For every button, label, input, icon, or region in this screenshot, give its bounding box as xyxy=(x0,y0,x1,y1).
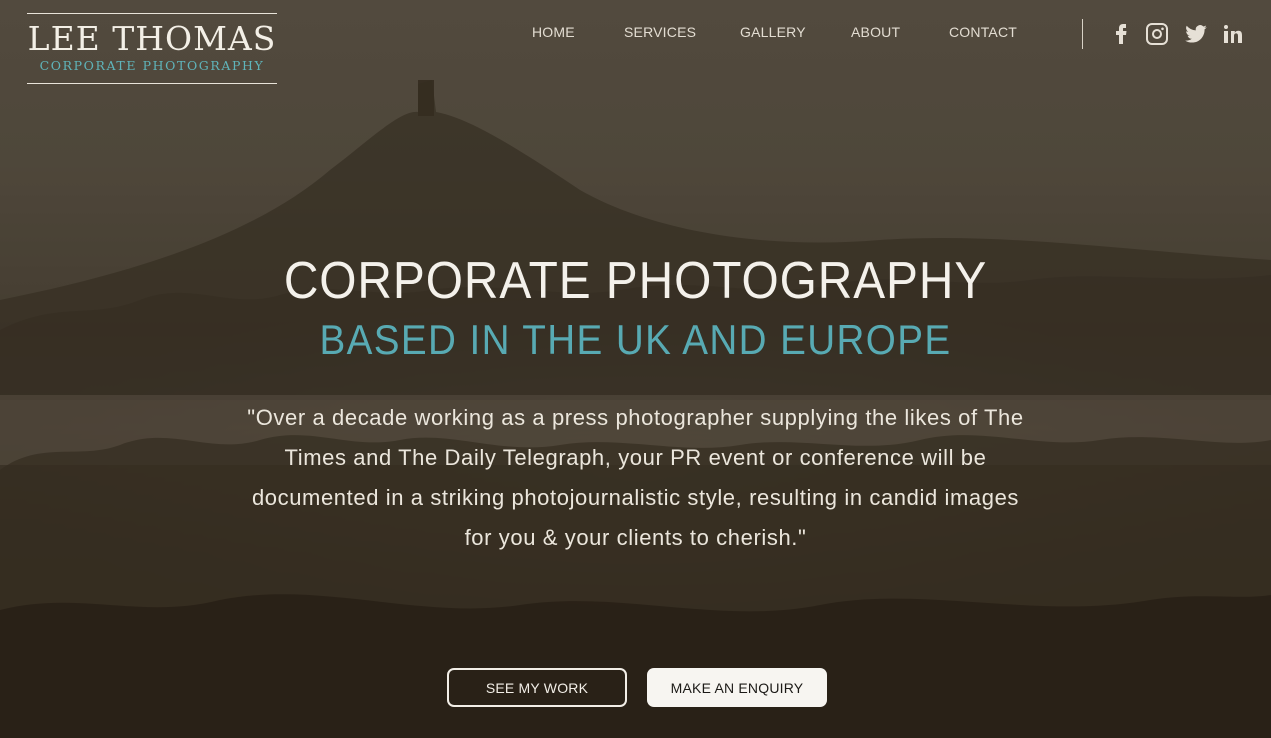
hero-quote: "Over a decade working as a press photog… xyxy=(247,405,1024,550)
instagram-icon[interactable] xyxy=(1145,22,1169,46)
linkedin-icon[interactable] xyxy=(1221,22,1245,46)
logo-name: LEE THOMAS xyxy=(27,19,277,58)
nav-item-contact[interactable]: CONTACT xyxy=(949,24,1017,40)
hero-title: CORPORATE PHOTOGRAPHY xyxy=(283,252,988,310)
nav-item-services[interactable]: SERVICES xyxy=(624,24,696,40)
nav-item-gallery[interactable]: GALLERY xyxy=(740,24,806,40)
twitter-icon[interactable] xyxy=(1184,22,1208,46)
make-enquiry-label: MAKE AN ENQUIRY xyxy=(670,679,804,696)
nav-item-home[interactable]: HOME xyxy=(532,24,575,40)
make-enquiry-button[interactable]: MAKE AN ENQUIRY xyxy=(647,668,827,707)
nav-item-about[interactable]: ABOUT xyxy=(851,24,900,40)
see-my-work-button[interactable]: SEE MY WORK xyxy=(447,668,627,707)
hero-subtitle: BASED IN THE UK AND EUROPE xyxy=(319,316,952,363)
hero-overlay xyxy=(0,0,1271,738)
logo-tagline: CORPORATE PHOTOGRAPHY xyxy=(39,58,265,73)
site-logo[interactable]: LEE THOMAS CORPORATE PHOTOGRAPHY xyxy=(27,13,277,84)
nav-divider xyxy=(1082,19,1083,49)
facebook-icon[interactable] xyxy=(1109,22,1133,46)
see-my-work-label: SEE MY WORK xyxy=(485,679,589,696)
